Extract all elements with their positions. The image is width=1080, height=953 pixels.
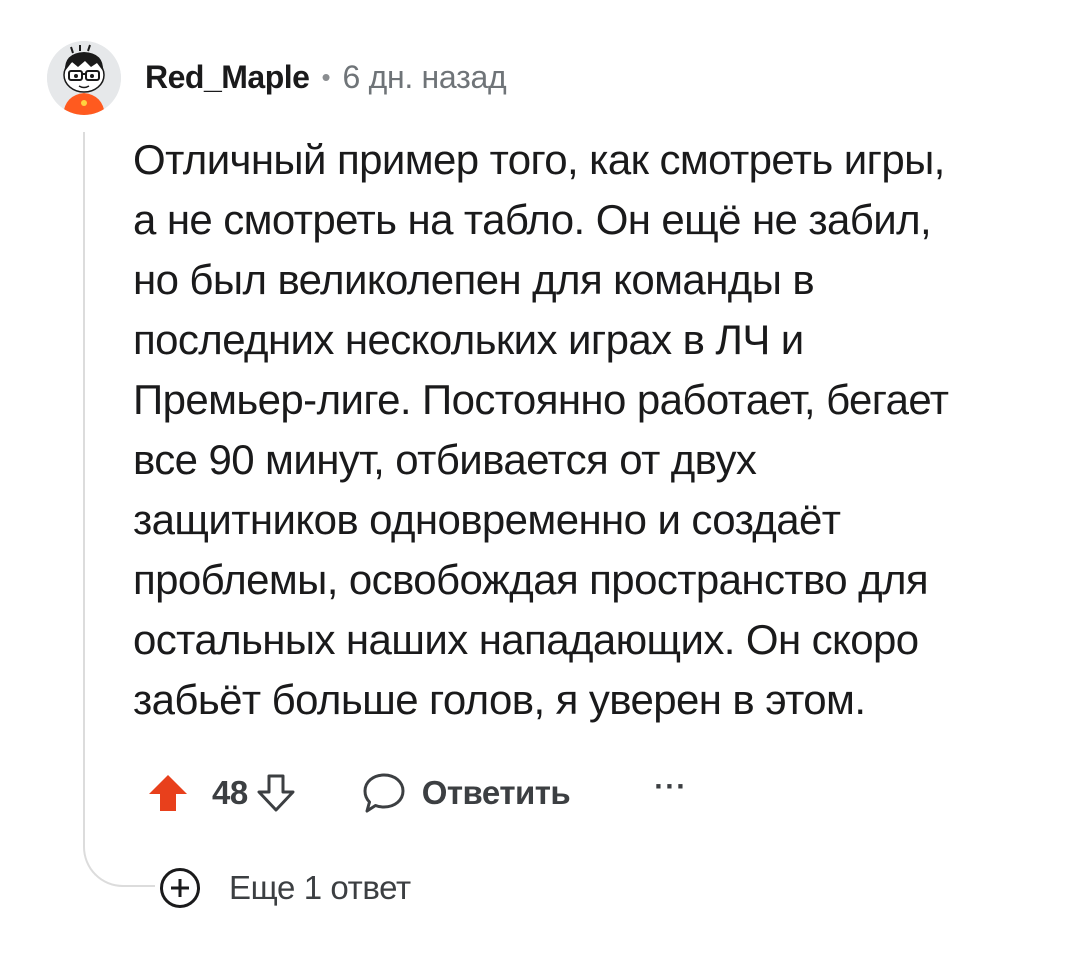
more-replies-button[interactable]: Еще 1 ответ <box>157 864 415 912</box>
author-username[interactable]: Red_Maple <box>145 59 310 96</box>
comment-body-line: остальных наших нападающих. Он скоро <box>133 616 919 663</box>
more-options-button[interactable]: ··· <box>654 772 687 814</box>
comment-body-line: но был великолепен для команды в <box>133 256 815 303</box>
more-replies-label: Еще 1 ответ <box>229 869 411 906</box>
comment-body-line: забьёт больше голов, я уверен в этом. <box>133 676 866 723</box>
avatar-image <box>47 41 121 115</box>
comment: Red_Maple • 6 дн. назад Отличный пример … <box>0 0 1080 953</box>
downvote-button[interactable] <box>254 771 298 815</box>
comment-body-line: Отличный пример того, как смотреть игры, <box>133 136 945 183</box>
upvote-button[interactable] <box>146 771 190 815</box>
comment-body-line: Премьер-лиге. Постоянно работает, бегает <box>133 376 949 423</box>
plus-circle-icon <box>157 865 203 911</box>
comment-body-line: последних нескольких играх в ЛЧ и <box>133 316 804 363</box>
reply-button[interactable]: Ответить <box>360 769 571 817</box>
comment-body-line: все 90 минут, отбивается от двух <box>133 436 757 483</box>
comment-body-line: защитников одновременно и создаёт <box>133 496 841 543</box>
arrow-down-outline-icon <box>257 774 295 812</box>
meta-separator: • <box>321 61 331 92</box>
speech-bubble-icon <box>360 769 408 817</box>
comment-timestamp: 6 дн. назад <box>342 58 507 95</box>
comment-body-line: проблемы, освобождая пространство для <box>133 556 929 603</box>
vote-score: 48 <box>212 774 248 811</box>
comment-actions: 48 Ответить ··· <box>146 765 687 821</box>
comment-header: Red_Maple • 6 дн. назад <box>145 55 507 99</box>
comment-body-line: а не смотреть на табло. Он ещё не забил, <box>133 196 932 243</box>
avatar[interactable] <box>47 41 121 115</box>
comment-body: Отличный пример того, как смотреть игры,… <box>133 130 1033 730</box>
arrow-up-filled-icon <box>149 775 187 811</box>
reply-label: Ответить <box>421 774 571 811</box>
